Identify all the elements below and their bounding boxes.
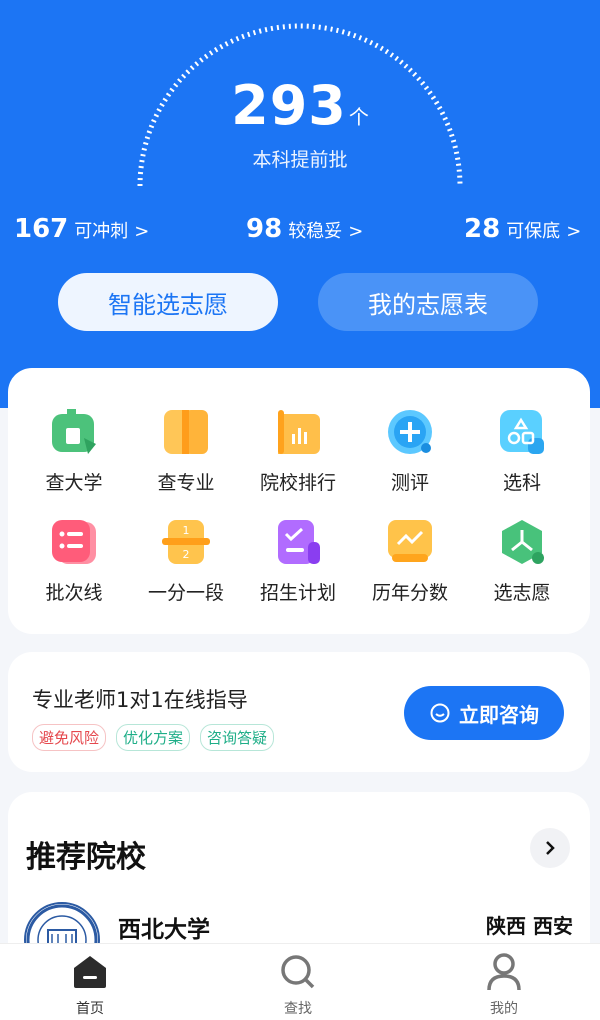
grid-item-ranking[interactable]: 院校排行: [242, 408, 354, 495]
grid-item-assessment[interactable]: 测评: [354, 408, 466, 495]
total-count-unit: 个: [348, 105, 369, 129]
chat-bubble-icon: [430, 703, 450, 723]
grid-label-batch-line: 批次线: [45, 582, 103, 604]
chevron-right-icon: [546, 841, 555, 855]
nav-home[interactable]: 首页: [30, 952, 150, 1018]
bottom-nav: 首页 查找 我的: [0, 943, 600, 1020]
smart-select-button[interactable]: 智能选志愿: [58, 273, 278, 331]
nav-profile-label: 我的: [490, 1001, 518, 1017]
recommend-more-button[interactable]: [530, 828, 570, 868]
stat-sprint-label: 可冲刺: [74, 221, 129, 242]
consult-card: 专业老师1对1在线指导 避免风险 优化方案 咨询答疑 立即咨询: [8, 652, 590, 772]
nav-home-label: 首页: [76, 1001, 104, 1017]
consult-now-label: 立即咨询: [459, 702, 539, 727]
grid-label-enrollment-plan: 招生计划: [259, 582, 336, 604]
consult-tags: 避免风险 优化方案 咨询答疑: [32, 724, 275, 751]
tag-optimize-plan: 优化方案: [116, 724, 191, 751]
grid-item-choose-application[interactable]: 选志愿: [466, 518, 578, 605]
batch-caption: 本科提前批: [252, 149, 348, 171]
tag-avoid-risk: 避免风险: [32, 724, 107, 751]
stat-safe-number: 28: [464, 214, 501, 244]
batch-line-icon: [50, 518, 98, 566]
ranking-icon: [274, 408, 322, 456]
stat-stable-label: 较稳妥: [288, 221, 343, 242]
nav-search[interactable]: 查找: [238, 952, 358, 1018]
nav-search-label: 查找: [284, 1001, 312, 1017]
total-count-number: 293: [231, 74, 347, 137]
score-segment-icon: 1 2: [162, 518, 210, 566]
grid-label-subject-select: 选科: [502, 472, 541, 494]
stat-sprint-number: 167: [14, 214, 69, 244]
grid-item-batch-line[interactable]: 批次线: [18, 518, 130, 605]
grid-item-enrollment-plan[interactable]: 招生计划: [242, 518, 354, 605]
stat-stable[interactable]: 98 较稳妥 >: [246, 214, 363, 244]
grid-label-score-segment: 一分一段: [147, 582, 224, 604]
grid-label-assessment: 测评: [390, 472, 429, 494]
grid-label-ranking: 院校排行: [259, 472, 336, 494]
header-panel: 293 个 本科提前批 167 可冲刺 > 98 较稳妥 > 28 可保底 > 智…: [0, 0, 600, 408]
stat-sprint[interactable]: 167 可冲刺 >: [14, 214, 149, 244]
grid-item-subject-select[interactable]: 选科: [466, 408, 578, 495]
search-icon: [278, 952, 318, 992]
stat-safe-label: 可保底: [506, 221, 561, 242]
chevron-right-icon: >: [566, 221, 582, 242]
feature-grid: 查大学 查专业 院校排行 测评 选科 批次线 1 2 一分一段 招生计划 历年分…: [8, 368, 590, 634]
school-name[interactable]: 西北大学: [118, 910, 210, 944]
stat-safe[interactable]: 28 可保底 >: [464, 214, 581, 244]
university-icon: [50, 408, 98, 456]
svg-text:2: 2: [183, 548, 190, 561]
consult-title: 专业老师1对1在线指导: [32, 688, 248, 712]
subject-select-icon: [498, 408, 546, 456]
choose-application-icon: [498, 518, 546, 566]
grid-item-major[interactable]: 查专业: [130, 408, 242, 495]
grid-label-history-score: 历年分数: [371, 582, 448, 604]
consult-now-button[interactable]: 立即咨询: [404, 686, 564, 740]
tag-consult-qa: 咨询答疑: [200, 724, 275, 751]
enrollment-plan-icon: [274, 518, 322, 566]
chevron-right-icon: >: [348, 221, 364, 242]
school-location: 陕西 西安: [486, 914, 573, 938]
chevron-right-icon: >: [134, 221, 150, 242]
profile-icon: [484, 952, 524, 992]
nav-profile[interactable]: 我的: [444, 952, 564, 1018]
grid-label-choose-application: 选志愿: [493, 582, 551, 604]
grid-label-university: 查大学: [45, 472, 103, 494]
my-application-table-button[interactable]: 我的志愿表: [318, 273, 538, 331]
grid-item-history-score[interactable]: 历年分数: [354, 518, 466, 605]
book-icon: [162, 408, 210, 456]
recommend-title: 推荐院校: [26, 840, 146, 875]
grid-item-university[interactable]: 查大学: [18, 408, 130, 495]
assessment-icon: [386, 408, 434, 456]
svg-text:1: 1: [183, 524, 190, 537]
stat-stable-number: 98: [246, 214, 283, 244]
history-score-icon: [386, 518, 434, 566]
grid-label-major: 查专业: [157, 472, 215, 494]
grid-item-score-segment[interactable]: 1 2 一分一段: [130, 518, 242, 605]
home-icon: [70, 952, 110, 992]
total-count: 293 个: [0, 74, 600, 137]
